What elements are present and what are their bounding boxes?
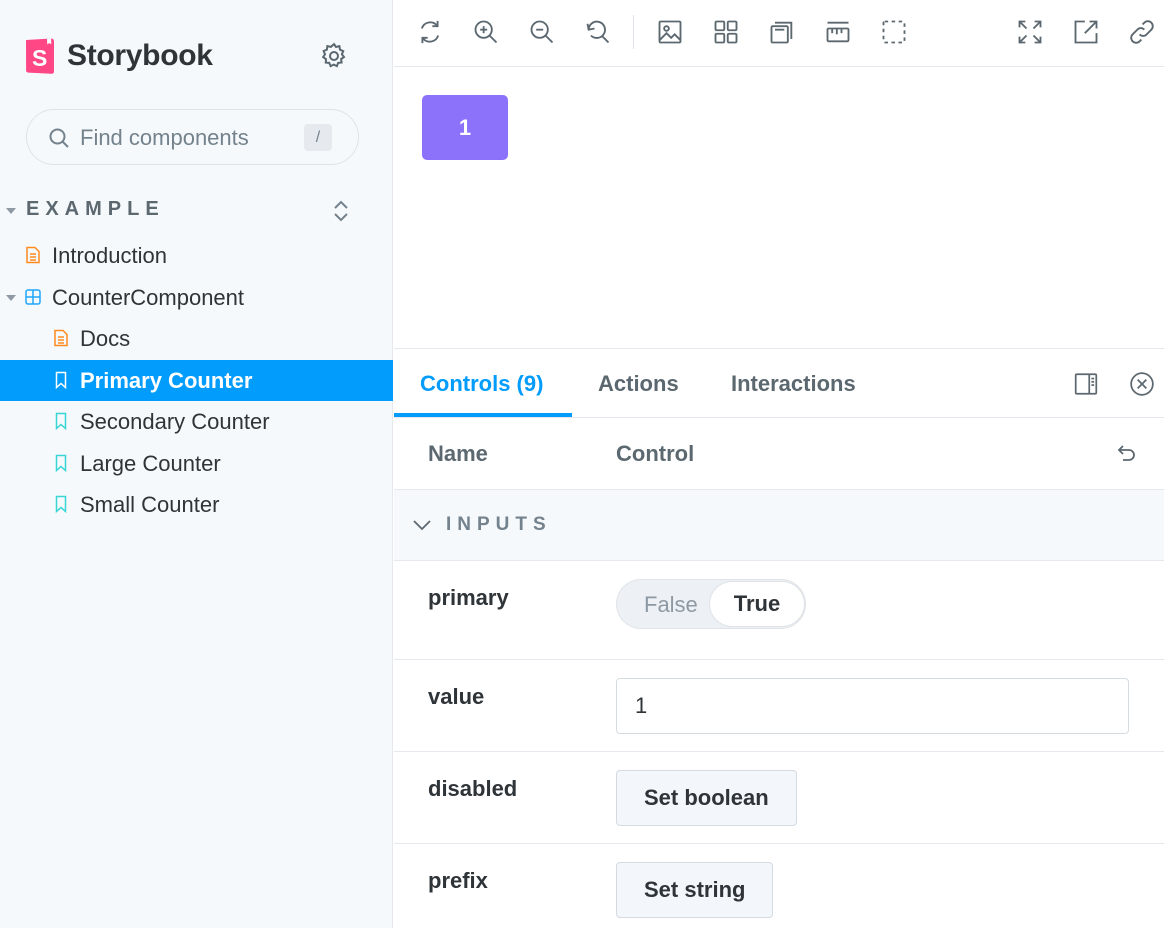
storybook-logo-icon: S xyxy=(26,38,54,74)
document-icon xyxy=(26,246,40,264)
sidebar-item-label: Docs xyxy=(80,325,131,351)
sidebar-item-primary-counter[interactable]: Primary Counter xyxy=(0,360,393,401)
sidebar-item-label: Large Counter xyxy=(80,450,221,476)
value-input[interactable]: 1 xyxy=(616,678,1129,734)
story-preview-canvas: 1 xyxy=(394,67,1164,348)
sidebar-item-secondary-counter[interactable]: Secondary Counter xyxy=(0,401,393,442)
control-row-value: value 1 xyxy=(394,660,1164,752)
background-icon[interactable] xyxy=(656,18,684,46)
document-icon xyxy=(54,329,68,347)
sidebar-item-small-counter[interactable]: Small Counter xyxy=(0,484,393,525)
group-title: EXAMPLE xyxy=(26,198,165,220)
open-new-tab-icon[interactable] xyxy=(1072,18,1100,46)
section-title: INPUTS xyxy=(446,514,552,535)
copy-link-icon[interactable] xyxy=(1128,18,1156,46)
fullscreen-icon[interactable] xyxy=(1016,18,1044,46)
expand-collapse-icon[interactable] xyxy=(331,198,351,224)
panel-tabs: Controls (9) Actions Interactions xyxy=(394,349,1164,418)
grid-icon[interactable] xyxy=(712,18,740,46)
sidebar-item-label: Small Counter xyxy=(80,491,220,517)
chevron-down-icon xyxy=(413,520,431,531)
sidebar-item-label: Primary Counter xyxy=(80,367,253,393)
panel-orientation-icon[interactable] xyxy=(1073,371,1099,397)
controls-table-header: Name Control xyxy=(394,419,1164,490)
caret-down-icon xyxy=(6,208,16,214)
search-shortcut-badge: / xyxy=(304,124,332,151)
tab-controls[interactable]: Controls (9) xyxy=(420,371,543,397)
zoom-in-icon[interactable] xyxy=(472,18,500,46)
preview-toolbar xyxy=(394,0,1164,67)
prop-name: primary xyxy=(428,585,509,610)
section-inputs[interactable]: INPUTS xyxy=(394,490,1164,561)
bookmark-icon xyxy=(55,495,67,513)
viewport-icon[interactable] xyxy=(768,18,796,46)
reset-controls-icon[interactable] xyxy=(1114,441,1138,465)
sidebar-item-label: Secondary Counter xyxy=(80,408,270,434)
close-panel-icon[interactable] xyxy=(1129,371,1155,397)
caret-down-icon xyxy=(6,295,16,301)
brand-name: Storybook xyxy=(67,39,213,72)
prop-name: disabled xyxy=(428,776,518,801)
group-header-example[interactable]: EXAMPLE xyxy=(0,196,393,226)
bookmark-icon xyxy=(55,371,67,389)
zoom-reset-icon[interactable] xyxy=(584,18,612,46)
boolean-toggle[interactable]: False True xyxy=(616,579,806,629)
svg-text:S: S xyxy=(32,45,47,71)
bookmark-icon xyxy=(55,412,67,430)
sidebar-item-label: Introduction xyxy=(52,242,167,268)
control-row-prefix: prefix Set string xyxy=(394,844,1164,928)
sidebar-item-countercomponent[interactable]: CounterComponent xyxy=(0,277,393,318)
set-boolean-button[interactable]: Set boolean xyxy=(616,770,797,826)
tab-interactions[interactable]: Interactions xyxy=(731,371,856,397)
control-row-primary: primary False True xyxy=(394,561,1164,660)
column-header-control: Control xyxy=(616,441,695,466)
active-tab-indicator xyxy=(394,413,572,417)
set-string-button[interactable]: Set string xyxy=(616,862,774,918)
toggle-option-false[interactable]: False xyxy=(644,592,698,618)
sidebar: S Storybook Find components / EXAMPLE In… xyxy=(0,0,393,928)
addons-panel: Controls (9) Actions Interactions Name C… xyxy=(394,348,1164,928)
brand[interactable]: S Storybook xyxy=(24,37,213,75)
prop-name: value xyxy=(428,684,485,709)
zoom-out-icon[interactable] xyxy=(528,18,556,46)
counter-button[interactable]: 1 xyxy=(422,95,508,160)
sidebar-item-introduction[interactable]: Introduction xyxy=(0,235,393,276)
component-icon xyxy=(25,289,41,305)
toggle-option-true[interactable]: True xyxy=(709,581,805,627)
search-placeholder: Find components xyxy=(80,125,249,150)
toolbar-separator xyxy=(633,15,634,49)
bookmark-icon xyxy=(55,454,67,472)
prop-name: prefix xyxy=(428,868,488,893)
refresh-icon[interactable] xyxy=(416,18,444,46)
measure-icon[interactable] xyxy=(824,18,852,46)
search-icon xyxy=(49,128,69,148)
sidebar-item-docs[interactable]: Docs xyxy=(0,318,393,359)
settings-gear-icon[interactable] xyxy=(319,41,349,71)
control-row-disabled: disabled Set boolean xyxy=(394,752,1164,844)
sidebar-item-large-counter[interactable]: Large Counter xyxy=(0,443,393,484)
column-header-name: Name xyxy=(428,441,488,466)
sidebar-item-label: CounterComponent xyxy=(52,284,245,310)
outline-icon[interactable] xyxy=(880,18,908,46)
tab-actions[interactable]: Actions xyxy=(598,371,679,397)
search-input[interactable]: Find components / xyxy=(26,109,359,165)
